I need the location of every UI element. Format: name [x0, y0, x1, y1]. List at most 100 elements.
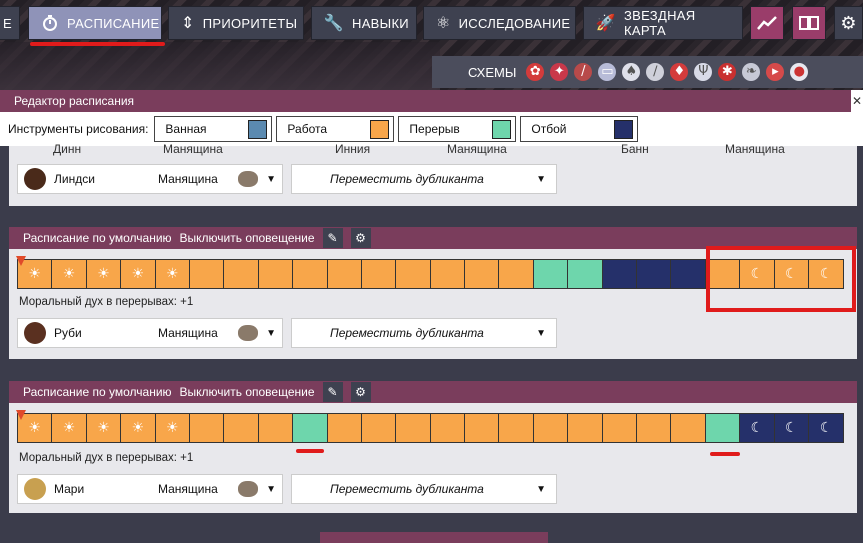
schedule-block-work[interactable] [499, 260, 534, 288]
bottom-add-schedule-button[interactable] [320, 532, 548, 543]
nav-skills-button[interactable]: 🔧 НАВЫКИ [311, 6, 417, 40]
mushroom-icon[interactable]: ♠ [622, 63, 641, 81]
bug-icon[interactable]: ✦ [550, 63, 569, 81]
beetle-icon[interactable]: ✱ [718, 63, 737, 81]
schedule-block-sun[interactable]: ☀ [52, 260, 87, 288]
schedule-block-work[interactable] [396, 414, 431, 442]
schedule-block-moon-night[interactable]: ☾ [740, 414, 775, 442]
schedule-block-work[interactable] [258, 414, 294, 442]
schedule-block-work[interactable] [224, 414, 259, 442]
gear-icon[interactable]: ⚙ [350, 228, 371, 248]
stopwatch-icon [41, 13, 59, 33]
tool-swatch [614, 119, 634, 139]
partial-name: Инния [335, 142, 371, 156]
tool-label: Отбой [531, 122, 567, 136]
schedule-block-work[interactable] [568, 414, 603, 442]
pencil-icon[interactable]: ✎ [322, 382, 343, 402]
schedule-block-sun[interactable]: ☀ [86, 260, 122, 288]
schedule-block-work[interactable] [361, 260, 397, 288]
schedule-block-work[interactable] [189, 414, 225, 442]
schedule-block-night[interactable] [671, 260, 706, 288]
schedule-block-moon-night[interactable]: ☾ [774, 414, 809, 442]
move-dupe-dropdown[interactable]: Переместить дубликанта ▼ [291, 474, 557, 504]
nav-starmap-button[interactable]: 🚀 ЗВЕЗДНАЯ КАРТА [583, 6, 743, 40]
schedule-block-break[interactable] [568, 260, 603, 288]
schedule-block-work[interactable] [189, 260, 225, 288]
leaf-icon[interactable]: ❧ [742, 63, 761, 81]
schedule-block-work[interactable] [396, 260, 431, 288]
schedule-block-work[interactable] [430, 260, 466, 288]
schedule-block-work[interactable] [533, 414, 569, 442]
schedule-block-work[interactable] [327, 414, 362, 442]
gun-icon[interactable]: ▸ [766, 63, 785, 81]
nav-priorities-button[interactable]: ⇕ ПРИОРИТЕТЫ [168, 6, 304, 40]
morale-text: Моральный дух в перерывах: +1 [19, 296, 194, 308]
schedule-block-work[interactable] [224, 260, 259, 288]
canvas-icon[interactable]: ▭ [598, 63, 617, 81]
schedule-block-moon-night[interactable]: ☾ [808, 414, 844, 442]
dupe-selector[interactable]: Мари Манящина ▼ [17, 474, 283, 504]
tool-work[interactable]: Работа [276, 116, 395, 142]
nav-partial-button[interactable]: Е [0, 6, 20, 40]
tool-swatch [370, 119, 390, 139]
pill-icon[interactable]: ● [790, 63, 809, 81]
move-dupe-dropdown[interactable]: Переместить дубликанта ▼ [291, 318, 557, 348]
brush-icon[interactable]: / [574, 63, 593, 81]
time-marker-icon [16, 256, 26, 266]
book-icon[interactable] [792, 6, 826, 40]
schedule-block-break[interactable] [705, 414, 741, 442]
tool-bath[interactable]: Ванная [154, 116, 273, 142]
schedule-block-work[interactable] [327, 260, 362, 288]
schedule-block-break[interactable] [293, 414, 328, 442]
chart-icon[interactable] [750, 6, 784, 40]
schedule-block-work[interactable] [637, 414, 672, 442]
editor-title: Редактор расписания [14, 94, 135, 108]
flower-icon[interactable]: ✿ [526, 63, 545, 81]
tool-night[interactable]: Отбой [520, 116, 639, 142]
schedule-block-work[interactable] [361, 414, 397, 442]
schedule-block-sun[interactable]: ☀ [121, 260, 156, 288]
schedule-block-work[interactable] [602, 414, 638, 442]
stress-icon [238, 325, 259, 341]
alert-toggle[interactable]: Выключить оповещение [180, 231, 315, 245]
syringe-icon[interactable]: ∕ [646, 63, 665, 81]
schedule-block-sun[interactable]: ☀ [52, 414, 87, 442]
schedule-block-sun[interactable]: ☀ [155, 414, 190, 442]
atom-icon: ⚛ [436, 15, 451, 32]
pencil-icon[interactable]: ✎ [322, 228, 343, 248]
schemes-label: СХЕМЫ [468, 64, 517, 80]
alert-toggle[interactable]: Выключить оповещение [180, 385, 315, 399]
schedule-block-work[interactable] [430, 414, 466, 442]
dupe-selector[interactable]: Руби Манящина ▼ [17, 318, 283, 348]
schedule-block-work[interactable] [293, 260, 328, 288]
schedule-title[interactable]: Расписание по умолчанию [23, 231, 172, 245]
schedule-block-night[interactable] [602, 260, 638, 288]
avatar [24, 478, 46, 500]
schedule-block-sun[interactable]: ☀ [86, 414, 122, 442]
schedule-title[interactable]: Расписание по умолчанию [23, 385, 172, 399]
schedule-block-sun[interactable]: ☀ [121, 414, 156, 442]
partial-stress: Манящина [447, 142, 507, 156]
move-dupe-dropdown[interactable]: Переместить дубликанта ▼ [291, 164, 557, 194]
close-icon[interactable]: ✕ [851, 90, 863, 112]
schedule-block-night[interactable] [637, 260, 672, 288]
schedule-block-work[interactable] [258, 260, 294, 288]
gear-icon[interactable]: ⚙ [350, 382, 371, 402]
schedule-block-break[interactable] [533, 260, 569, 288]
schedule-underline-annotation [30, 42, 165, 46]
dupe-stress: Манящина [158, 326, 218, 340]
pepper-icon[interactable]: ♦ [670, 63, 689, 81]
nav-research-button[interactable]: ⚛ ИССЛЕДОВАНИЕ [423, 6, 576, 40]
dupe-selector[interactable]: Линдси Манящина ▼ [17, 164, 283, 194]
nav-schedule-button[interactable]: РАСПИСАНИЕ [28, 6, 162, 40]
partial-name: Банн [621, 142, 649, 156]
schedule-block-work[interactable] [499, 414, 534, 442]
plant-icon[interactable]: Ψ [694, 63, 713, 81]
schedule-block-sun[interactable]: ☀ [155, 260, 190, 288]
tool-break[interactable]: Перерыв [398, 116, 517, 142]
schemes-bar: СХЕМЫ ✿ ✦ / ▭ ♠ ∕ ♦ Ψ ✱ ❧ ▸ ● [432, 56, 863, 88]
schedule-block-work[interactable] [465, 414, 500, 442]
schedule-block-work[interactable] [465, 260, 500, 288]
schedule-block-work[interactable] [671, 414, 706, 442]
gear-icon[interactable]: ⚙ [834, 6, 863, 40]
